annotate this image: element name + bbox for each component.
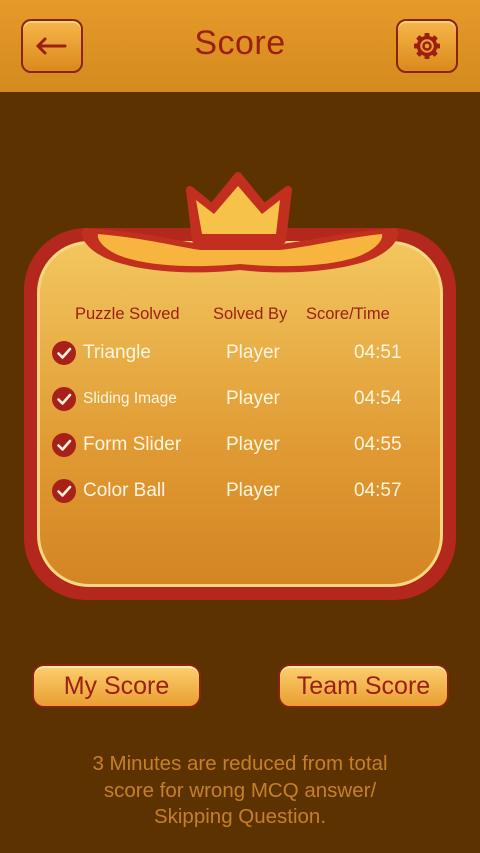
puzzle-name: Form Slider bbox=[83, 434, 182, 455]
score-time: 04:57 bbox=[354, 480, 402, 501]
solved-by: Player bbox=[226, 434, 280, 455]
check-circle-icon bbox=[52, 341, 76, 365]
solved-by: Player bbox=[226, 342, 280, 363]
puzzle-name: Color Ball bbox=[83, 480, 166, 501]
header-score-time: Score/Time bbox=[306, 305, 390, 323]
penalty-note-line: 3 Minutes are reduced from total bbox=[92, 752, 388, 775]
score-time: 04:51 bbox=[354, 342, 402, 363]
table-row: Sliding Image Player 04:54 bbox=[24, 384, 456, 414]
penalty-note-line: score for wrong MCQ answer/ bbox=[103, 778, 377, 802]
penalty-note-line: Skipping Question. bbox=[153, 805, 327, 828]
puzzle-name: Triangle bbox=[83, 342, 151, 363]
team-score-button[interactable]: Team Score bbox=[278, 664, 449, 708]
gear-icon bbox=[414, 33, 440, 59]
check-circle-icon bbox=[52, 387, 76, 411]
settings-button[interactable] bbox=[396, 19, 458, 73]
score-panel-frame bbox=[24, 228, 456, 600]
penalty-note: 3 Minutes are reduced from total score f… bbox=[30, 751, 450, 831]
crown-icon bbox=[81, 172, 399, 273]
my-score-button[interactable]: My Score bbox=[32, 664, 201, 708]
score-time: 04:54 bbox=[354, 388, 402, 409]
puzzle-name: Sliding Image bbox=[83, 390, 177, 407]
table-row: Form Slider Player 04:55 bbox=[24, 430, 456, 460]
score-panel-body bbox=[37, 241, 443, 587]
top-bar: Score bbox=[0, 0, 480, 92]
score-panel: Puzzle Solved Solved By Score/Time Trian… bbox=[24, 170, 456, 600]
score-time: 04:55 bbox=[354, 434, 402, 455]
table-row: Color Ball Player 04:57 bbox=[24, 476, 456, 506]
check-circle-icon bbox=[52, 479, 76, 503]
header-solved-by: Solved By bbox=[213, 305, 288, 323]
check-circle-icon bbox=[52, 433, 76, 457]
table-row: Triangle Player 04:51 bbox=[24, 338, 456, 368]
table-header-row: Puzzle Solved Solved By Score/Time bbox=[24, 299, 456, 329]
solved-by: Player bbox=[226, 388, 280, 409]
header-puzzle-solved: Puzzle Solved bbox=[75, 305, 180, 323]
solved-by: Player bbox=[226, 480, 280, 501]
